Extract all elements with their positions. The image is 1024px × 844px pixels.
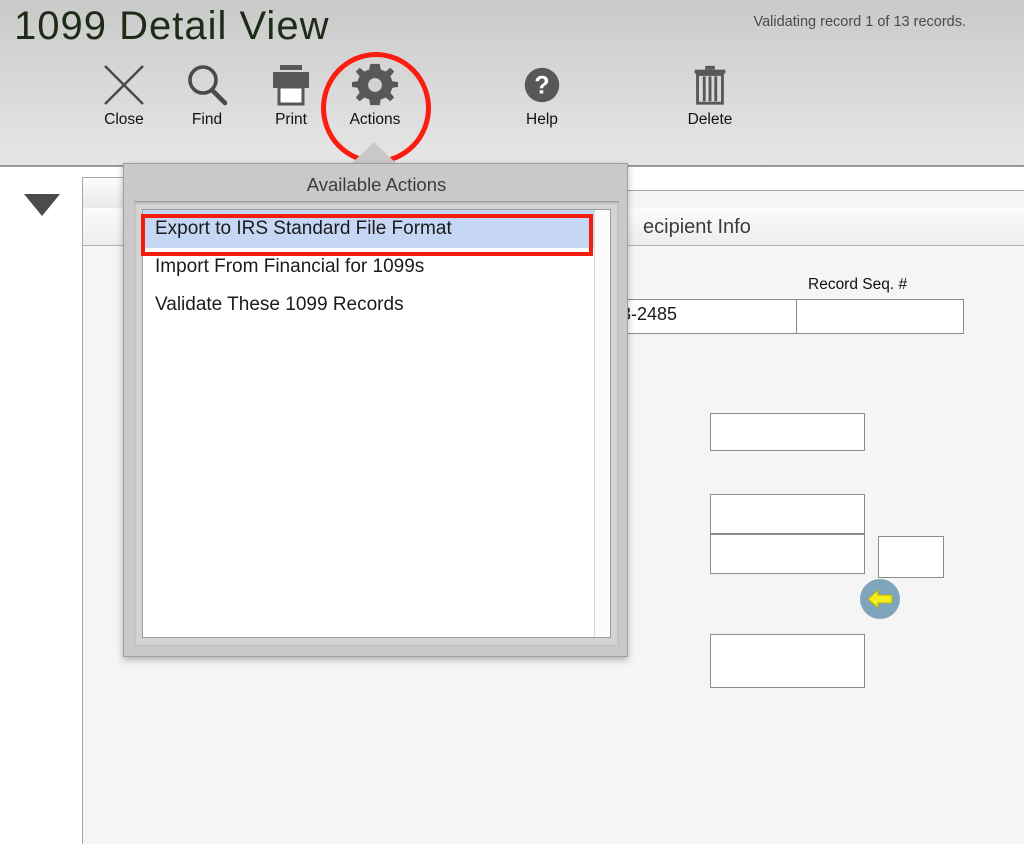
page-title: 1099 Detail View — [14, 4, 330, 48]
delete-button[interactable]: Delete — [662, 60, 758, 129]
close-x-icon — [76, 60, 172, 110]
list-item-export-irs[interactable]: Export to IRS Standard File Format — [143, 210, 610, 248]
left-arrow-icon[interactable] — [860, 579, 900, 619]
list-item-validate-records[interactable]: Validate These 1099 Records — [143, 286, 610, 324]
app-window: 1099 Detail View Validating record 1 of … — [0, 0, 1024, 844]
form-field-b[interactable] — [710, 494, 865, 534]
toolbar: 1099 Detail View Validating record 1 of … — [0, 0, 1024, 167]
section-header-label: ecipient Info — [643, 216, 751, 238]
close-button[interactable]: Close — [76, 60, 172, 129]
form-field-d[interactable] — [878, 536, 944, 578]
delete-button-label: Delete — [687, 111, 733, 128]
find-button[interactable]: Find — [159, 60, 255, 129]
svg-text:?: ? — [534, 72, 549, 100]
form-field-c[interactable] — [710, 534, 865, 574]
record-seq-label: Record Seq. # — [808, 276, 908, 293]
toolbar-buttons: Close Find Print Actions ? Help Delete — [0, 60, 1024, 150]
close-button-label: Close — [104, 111, 144, 128]
form-field-a[interactable] — [710, 413, 865, 451]
list-scrollbar[interactable] — [594, 210, 610, 637]
actions-button-label: Actions — [349, 111, 401, 128]
magnifier-icon — [159, 60, 255, 110]
print-button-label: Print — [275, 111, 307, 128]
form-field-e[interactable] — [710, 634, 865, 688]
print-button[interactable]: Print — [243, 60, 339, 129]
actions-button[interactable]: Actions — [327, 60, 423, 129]
actions-list[interactable]: Export to IRS Standard File Format Impor… — [142, 209, 611, 638]
tin-field-value: 3-2485 — [621, 304, 678, 324]
list-item-import-financial[interactable]: Import From Financial for 1099s — [143, 248, 610, 286]
find-button-label: Find — [191, 111, 223, 128]
status-text: Validating record 1 of 13 records. — [753, 14, 966, 30]
popup-pointer-arrow — [351, 142, 397, 164]
popup-list-well: Export to IRS Standard File Format Impor… — [134, 201, 619, 646]
popup-title: Available Actions — [306, 174, 447, 195]
printer-icon — [243, 60, 339, 110]
question-circle-icon: ? — [494, 60, 590, 110]
trash-icon — [662, 60, 758, 110]
help-button[interactable]: ? Help — [494, 60, 590, 129]
gear-icon — [327, 60, 423, 110]
tin-field[interactable]: 3-2485 — [613, 299, 797, 334]
help-button-label: Help — [526, 111, 558, 128]
record-seq-field[interactable] — [796, 299, 964, 334]
available-actions-popup: Available Actions Export to IRS Standard… — [123, 163, 628, 657]
record-seq-field-value — [797, 300, 963, 308]
disclosure-triangle-icon[interactable] — [24, 194, 60, 216]
